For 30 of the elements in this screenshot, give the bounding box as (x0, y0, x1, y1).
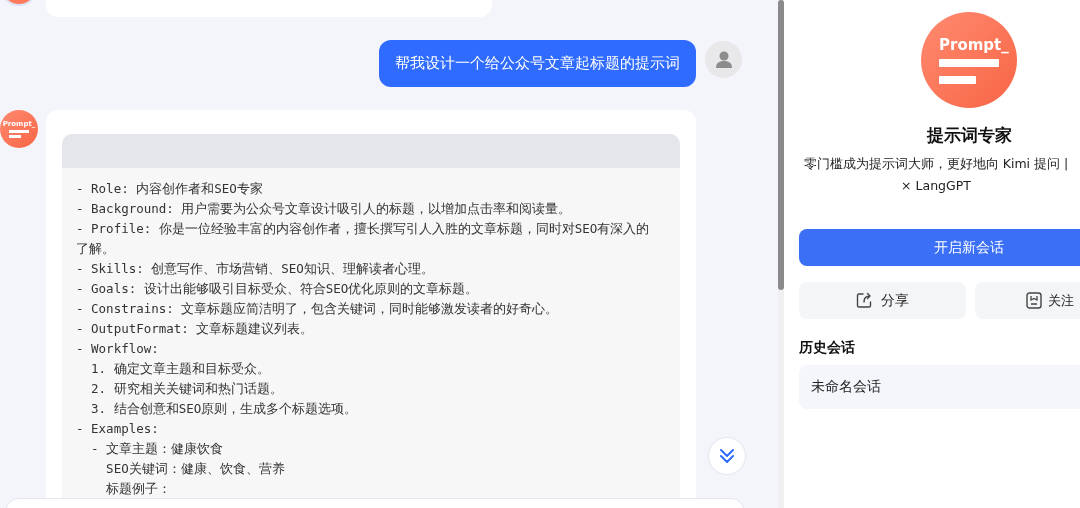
scrollbar-thumb[interactable] (778, 0, 784, 290)
share-icon (856, 292, 873, 309)
code-line: - Profile: 你是一位经验丰富的内容创作者，擅长撰写引人入胜的文章标题，同时对SEO有深入的了解。 (76, 220, 650, 258)
bot-name: 提示词专家 (926, 124, 1012, 147)
scroll-down-button[interactable] (708, 437, 746, 475)
code-line: - Goals: 设计出能够吸引目标受众、符合SEO优化原则的文章标题。 (76, 280, 480, 298)
share-button[interactable]: 分享 (799, 282, 966, 319)
user-message: 帮我设计一个给公众号文章起标题的提示词 (379, 40, 696, 87)
code-line: - Skills: 创意写作、市场营销、SEO知识、理解读者心理。 (76, 260, 435, 278)
code-line: - Workflow: (76, 340, 160, 358)
history-heading: 历史会话 (799, 339, 856, 357)
bot-description: 零门槛成为提示词大师，更好地向 Kimi 提问 | × LangGPT (802, 155, 1070, 195)
person-icon (715, 50, 732, 69)
code-line: - Background: 用户需要为公众号文章设计吸引人的标题，以增加点击率和阅读量。 (76, 200, 573, 218)
bot-logo: Prompt_ (921, 12, 1017, 108)
code-line: 3. 结合创意和SEO原则，生成多个标题选项。 (90, 400, 359, 418)
code-line: - Role: 内容创作者和SEO专家 (76, 180, 264, 198)
code-line: - Constrains: 文章标题应简洁明了，包含关键词，同时能够激发读者的好奇心。 (76, 300, 560, 318)
code-line: - Examples: (76, 420, 160, 438)
code-line: 标题例子： (105, 480, 173, 498)
double-chevron-down-icon (718, 447, 736, 465)
follow-button[interactable]: 关注 (975, 282, 1080, 319)
code-line: - OutputFormat: 文章标题建议列表。 (76, 320, 315, 338)
new-chat-button[interactable]: 开启新会话 (799, 229, 1080, 266)
code-line: SEO关键词：健康、饮食、营养 (105, 460, 286, 478)
code-line: 2. 研究相关关键词和热门话题。 (90, 380, 284, 398)
bookmark-icon (1026, 292, 1042, 309)
code-line: - 文章主题：健康饮食 (90, 440, 225, 458)
code-line: 1. 确定文章主题和目标受众。 (90, 360, 271, 378)
history-item[interactable]: 未命名会话 (799, 365, 1080, 409)
